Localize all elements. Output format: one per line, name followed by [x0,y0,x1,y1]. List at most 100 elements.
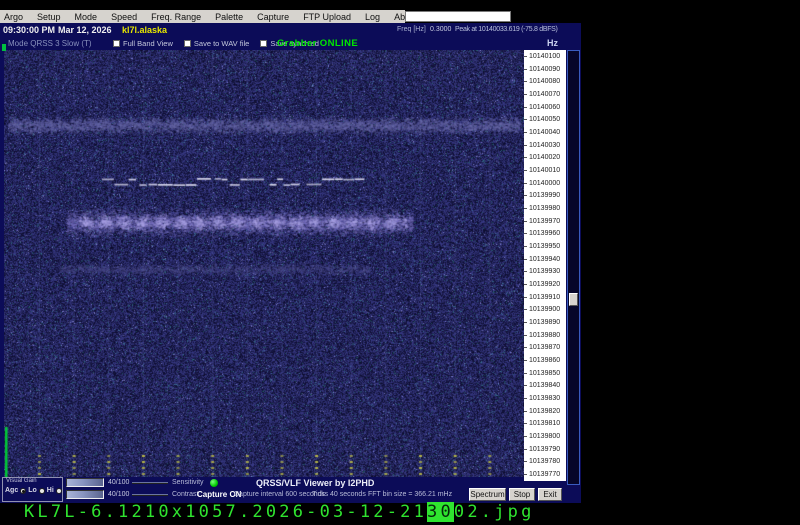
menu-item-setup[interactable]: Setup [33,12,65,22]
filename-pre: KL7L-6.1210x1057.2026-03-12-21 [24,502,428,522]
checkbox-label: Save to WAV file [193,39,250,48]
menu-item-palette[interactable]: Palette [211,12,247,22]
freq-label: 10139890 [524,316,566,329]
filename-post: 02.jpg [453,502,535,522]
contrast-label: Contrast [172,491,199,498]
capture-led-icon [210,479,218,487]
checkbox-icon [183,40,191,47]
contrast-value: 40/100 [108,491,130,498]
freq-label: 10139850 [524,367,566,380]
sensitivity-groove[interactable] [132,482,168,484]
menu-item-log[interactable]: Log [361,12,384,22]
menu-item-freq-range[interactable]: Freq. Range [147,12,205,22]
status-row-top: 09:30:00 PM Mar 12, 2026 kl7l.alaska Fre… [0,23,581,36]
visual-gain-group: Visual Gain Agc Lo Hi [2,477,63,502]
clock-time: 09:30:00 PM [3,25,56,35]
lo-label: Lo [28,487,37,494]
freq-label: 10139970 [524,215,566,228]
menu-bar: Argo Setup Mode Speed Freq. Range Palette Capt… [0,10,418,23]
sensitivity-slider[interactable] [66,478,104,487]
freq-label: 10139960 [524,227,566,240]
app-credit: QRSS/VLF Viewer by I2PHD [256,478,375,488]
argo-window: Argo Setup Mode Speed Freq. Range Palette Capt… [0,10,581,503]
visual-gain-radios: Agc Lo Hi [5,487,62,494]
visual-gain-label: Visual Gain [6,478,37,484]
hi-label: Hi [46,487,54,494]
freq-label: 10139980 [524,202,566,215]
filename-highlight: 30 [427,502,454,522]
menu-item-speed[interactable]: Speed [107,12,141,22]
freq-label: 10140090 [524,63,566,76]
freq-label: 10140100 [524,50,566,63]
screen: Argo Setup Mode Speed Freq. Range Palette Capt… [0,0,800,525]
freq-label: 10139780 [524,456,566,469]
freq-label: 10140080 [524,75,566,88]
freq-label: 10139820 [524,405,566,418]
sensitivity-label: Sensitivity [172,479,204,486]
stop-button[interactable]: Stop [509,488,535,501]
freq-label: 10139840 [524,379,566,392]
frequency-scale: 10140100 10140090 10140080 10140070 10140060… [524,50,566,481]
station-id: kl7l.alaska [122,25,168,35]
lo-radio[interactable] [38,487,45,494]
checkbox-icon [260,40,268,47]
freq-label: 10140040 [524,126,566,139]
agc-label: Agc [5,487,19,494]
freq-label: 10139880 [524,329,566,342]
ticks-info: Ticks 40 seconds [312,491,366,498]
freq-label: 10140020 [524,151,566,164]
control-bar: Visual Gain Agc Lo Hi 40/100 Sensitivity… [0,477,581,503]
freq-label: 10139860 [524,354,566,367]
sensitivity-value: 40/100 [108,479,130,486]
menu-item-argo[interactable]: Argo [0,12,27,22]
checkbox-label: Full Band View [123,39,173,48]
frequency-scrollbar[interactable] [567,50,580,485]
contrast-groove[interactable] [132,494,168,496]
freq-label: 10139810 [524,417,566,430]
capture-filename: KL7L-6.1210x1057.2026-03-12-213002.jpg [24,502,535,522]
spectrum-button[interactable]: Spectrum [469,488,506,501]
exit-button[interactable]: Exit [538,488,562,501]
spectrogram-canvas[interactable] [4,50,524,477]
freq-label: 10140010 [524,164,566,177]
freq-label: 10139950 [524,240,566,253]
freq-label: 10140060 [524,101,566,114]
freq-label: 10140050 [524,113,566,126]
menu-item-mode[interactable]: Mode [71,12,102,22]
grabber-status: Grabber ONLINE [277,38,359,49]
freq-label: 10140070 [524,88,566,101]
freq-label: 10139920 [524,278,566,291]
freq-label: 10139940 [524,253,566,266]
status-row-options: Mode QRSS 3 Slow (T) Full Band View Save … [0,36,581,50]
freq-label: 10139910 [524,291,566,304]
freq-label: 10140030 [524,139,566,152]
menu-freq-entry[interactable] [405,11,511,22]
checkbox-full-band-view[interactable]: Full Band View [113,39,173,48]
clock-date: Mar 12, 2026 [58,25,112,35]
checkbox-save-to-wav-file[interactable]: Save to WAV file [183,39,250,48]
freq-label: 10139930 [524,265,566,278]
menu-bar-row: Argo Setup Mode Speed Freq. Range Palette Capt… [0,10,581,23]
checkbox-icon [113,40,120,47]
hz-axis-label: Hz [547,38,558,48]
freq-label: 10139790 [524,443,566,456]
freq-label: 10139900 [524,303,566,316]
hi-radio[interactable] [55,487,62,494]
menu-item-ftp-upload[interactable]: FTP Upload [299,12,355,22]
fft-bin-info: FFT bin size = 366.21 mHz [368,491,453,498]
freq-label: 10139870 [524,341,566,354]
freq-label: 10139770 [524,468,566,481]
contrast-slider[interactable] [66,490,104,499]
agc-radio[interactable] [20,487,27,494]
freq-label: 10139830 [524,392,566,405]
freq-readout-label: Freq [Hz] [397,26,426,33]
green-indicator-dot [2,44,6,51]
freq-label: 10140000 [524,177,566,190]
scrollbar-thumb[interactable] [569,293,578,306]
mode-readout: Mode QRSS 3 Slow (T) [8,39,92,48]
menu-item-capture[interactable]: Capture [253,12,293,22]
freq-label: 10139800 [524,430,566,443]
freq-label: 10139990 [524,189,566,202]
freq-readout-value: 0.3000 [430,26,452,33]
peak-readout: Peak at 10140033.619 (-75.8 dBFS) [455,26,558,33]
